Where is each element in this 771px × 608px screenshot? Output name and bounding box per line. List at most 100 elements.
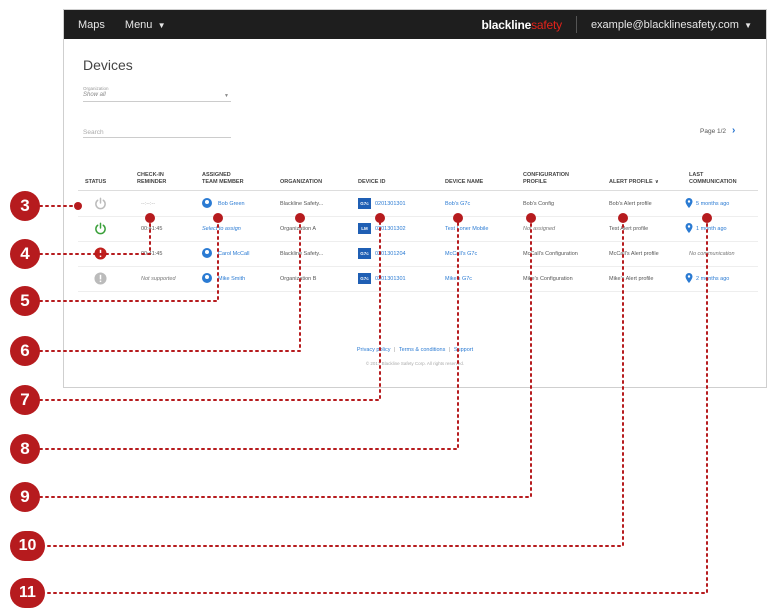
callout-marker: 3 <box>10 191 40 221</box>
location-pin-icon <box>685 223 693 233</box>
brand-logo: blacklinesafety <box>482 18 563 32</box>
pagination-label: Page 1/2 <box>700 128 727 135</box>
organization-cell: Organization B <box>280 276 317 282</box>
location-pin-icon <box>685 273 693 283</box>
callout-marker: 5 <box>10 286 40 316</box>
config-profile-cell: Not assigned <box>523 226 556 232</box>
device-id-link[interactable]: 0201301302 <box>375 226 406 232</box>
device-type-badge: LM <box>358 223 371 234</box>
callout-marker: 6 <box>10 336 40 366</box>
power-icon-offline <box>95 197 106 210</box>
organization-cell: Blackline Safety... <box>280 201 324 207</box>
footer-separator: | <box>394 347 396 353</box>
caret-down-icon: ▼ <box>224 93 229 99</box>
checkin-cell: --:--:-- <box>141 201 156 207</box>
support-link[interactable]: Support <box>454 347 473 353</box>
divider <box>575 16 577 33</box>
config-profile-cell: Mike's Configuration <box>523 276 573 282</box>
col-device-id[interactable]: DEVICE ID <box>358 179 386 186</box>
table-header: STATUS CHECK-IN REMINDER ASSIGNED TEAM MEM… <box>78 167 758 191</box>
nav-menu-dropdown[interactable]: Menu ▼ <box>125 19 166 31</box>
user-search-icon <box>202 273 212 283</box>
alert-profile-cell: Bob's Alert profile <box>609 201 652 207</box>
callout-marker: 7 <box>10 385 40 415</box>
col-configuration-profile[interactable]: CONFIGURATION PROFILE <box>523 172 569 186</box>
alert-profile-cell: Test Alert profile <box>609 226 649 232</box>
col-organization[interactable]: ORGANIZATION <box>280 179 322 186</box>
alert-icon <box>94 247 107 260</box>
organization-cell: Blackline Safety... <box>280 251 324 257</box>
organization-label: Organization <box>83 86 109 91</box>
organization-select-value: Show all <box>83 92 106 98</box>
col-checkin-reminder[interactable]: CHECK-IN REMINDER <box>137 172 166 186</box>
callout-marker: 8 <box>10 434 40 464</box>
config-profile-cell: McCall's Configuration <box>523 251 578 257</box>
col-config-line1: CONFIGURATION <box>523 172 570 178</box>
organization-select[interactable]: Show all ▼ <box>83 92 231 102</box>
device-name-link[interactable]: Mike's G7c <box>445 276 472 282</box>
team-member-link[interactable]: Carol McCall <box>218 251 249 257</box>
devices-page: Devices Organization Show all ▼ Page 1/2… <box>64 39 766 387</box>
col-status[interactable]: STATUS <box>85 179 106 186</box>
caret-down-icon: ▼ <box>741 20 752 30</box>
device-id-link[interactable]: 0201301301 <box>375 276 406 282</box>
team-member-link[interactable]: Bob Green <box>218 201 245 207</box>
alert-icon-muted <box>94 272 107 285</box>
user-avatar-icon <box>202 248 212 258</box>
col-checkin-line2: REMINDER <box>137 179 167 185</box>
col-assigned-line1: ASSIGNED <box>202 172 231 178</box>
device-name-link[interactable]: Test Loner Mobile <box>445 226 488 232</box>
col-last-line1: LAST <box>689 172 704 178</box>
device-name-link[interactable]: McCall's G7c <box>445 251 477 257</box>
callout-marker: 4 <box>10 239 40 269</box>
col-last-communication[interactable]: LAST COMMUNICATION <box>689 172 737 186</box>
col-device-name[interactable]: DEVICE NAME <box>445 179 483 186</box>
checkin-cell: 00:41:45 <box>141 226 163 232</box>
callout-marker: 10 <box>10 531 45 561</box>
table-row[interactable]: 00:41:45 Select to assign Organization A… <box>78 217 758 242</box>
next-page-chevron-icon[interactable]: › <box>732 125 735 136</box>
caret-down-icon: ▼ <box>155 20 166 30</box>
nav-maps-link[interactable]: Maps <box>78 19 105 31</box>
col-checkin-line1: CHECK-IN <box>137 172 164 178</box>
col-assigned-line2: TEAM MEMBER <box>202 179 244 185</box>
account-email: example@blacklinesafety.com <box>590 18 739 31</box>
device-type-badge: G7c <box>358 198 371 209</box>
table-row[interactable]: --:--:-- Bob Green Blackline Safety... G… <box>78 192 758 217</box>
top-nav-bar: Maps Menu ▼ blacklinesafety example@blac… <box>64 10 766 39</box>
account-menu[interactable]: example@blacklinesafety.com ▼ <box>591 19 752 31</box>
callout-marker: 9 <box>10 482 40 512</box>
select-to-assign-link[interactable]: Select to assign <box>202 226 241 232</box>
organization-cell: Organization A <box>280 226 317 232</box>
device-name-link[interactable]: Bob's G7c <box>445 201 470 207</box>
copyright-text: © 2017 Blackline Safety Corp. All rights… <box>365 361 465 366</box>
page-title: Devices <box>83 57 133 73</box>
device-type-badge: G7c <box>358 273 371 284</box>
callout-marker: 11 <box>10 578 45 608</box>
search-input[interactable] <box>83 127 231 138</box>
last-communication-link[interactable]: 2 months ago <box>696 276 729 282</box>
location-pin-icon <box>685 198 693 208</box>
col-alert-profile[interactable]: ALERT PROFILE ∨ <box>609 179 659 186</box>
footer-links: Privacy policy | Terms & conditions | Su… <box>64 347 766 353</box>
alert-profile-cell: Mike's Alert profile <box>609 276 654 282</box>
table-row[interactable]: Not supported Mike Smith Organization B … <box>78 267 758 292</box>
table-row[interactable]: 00:41:45 Carol McCall Blackline Safety..… <box>78 242 758 267</box>
terms-link[interactable]: Terms & conditions <box>399 347 445 353</box>
privacy-policy-link[interactable]: Privacy policy <box>357 347 391 353</box>
last-communication-cell: No communication <box>689 251 735 257</box>
col-alert-label: ALERT PROFILE <box>609 179 653 185</box>
nav-menu-label: Menu <box>124 18 153 31</box>
last-communication-link[interactable]: 5 months ago <box>696 201 729 207</box>
last-communication-link[interactable]: 1 month ago <box>696 226 727 232</box>
device-type-badge: G7c <box>358 248 371 259</box>
footer-separator: | <box>448 347 451 353</box>
device-id-link[interactable]: 0201301301 <box>375 201 406 207</box>
power-icon-online <box>95 222 106 235</box>
col-assigned-team-member[interactable]: ASSIGNED TEAM MEMBER <box>202 172 244 186</box>
device-id-link[interactable]: 0201301204 <box>375 251 406 257</box>
col-last-line2: COMMUNICATION <box>689 179 737 185</box>
col-config-line2: PROFILE <box>523 179 547 185</box>
user-avatar-icon <box>202 198 212 208</box>
team-member-link[interactable]: Mike Smith <box>218 276 245 282</box>
